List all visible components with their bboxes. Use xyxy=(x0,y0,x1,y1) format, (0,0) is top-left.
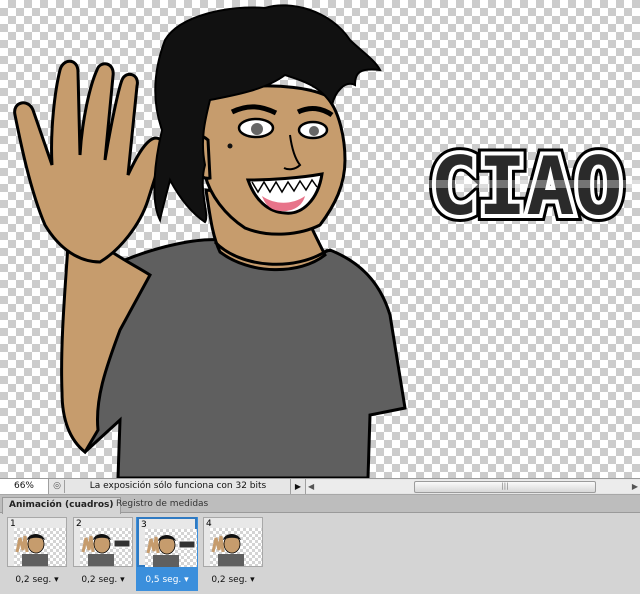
animation-panel: Animación (cuadros) Registro de medidas … xyxy=(0,495,640,594)
waving-hand xyxy=(13,59,167,264)
tab-measurement-log[interactable]: Registro de medidas xyxy=(110,497,214,513)
frame-thumbnail-box[interactable]: 2 xyxy=(73,517,133,567)
status-bar: 66% ◎ La exposición sólo funciona con 32… xyxy=(0,478,640,495)
frame-delay-dropdown[interactable]: 0,2 seg. ▾ xyxy=(6,575,68,585)
horizontal-scrollbar[interactable]: ◀ ||| ▶ xyxy=(306,480,640,493)
status-menu-arrow-icon[interactable]: ▶ xyxy=(290,479,306,494)
animation-frame[interactable]: 1 0,2 seg. ▾ xyxy=(6,517,68,591)
character-artwork: CIAO CIAO CIAO xyxy=(13,4,640,478)
frame-delay-dropdown[interactable]: 0,2 seg. ▾ xyxy=(202,575,264,585)
animation-frame[interactable]: 4 0,2 seg. ▾ xyxy=(202,517,264,591)
frame-delay-dropdown[interactable]: 0,2 seg. ▾ xyxy=(72,575,134,585)
frame-thumbnail xyxy=(14,528,66,566)
document-canvas[interactable]: CIAO CIAO CIAO xyxy=(0,0,640,478)
frame-thumbnail xyxy=(210,528,262,566)
frame-thumbnail-box[interactable]: 1 xyxy=(7,517,67,567)
status-info-text: La exposición sólo funciona con 32 bits xyxy=(89,481,267,491)
navigator-icon[interactable]: ◎ xyxy=(50,480,65,493)
zoom-level[interactable]: 66% xyxy=(0,479,49,494)
animation-frame[interactable]: 2 0,2 seg. ▾ xyxy=(72,517,134,591)
scroll-right-icon[interactable]: ▶ xyxy=(628,480,638,493)
animation-frame-selected[interactable]: 3 0,5 seg. ▾ xyxy=(136,517,198,591)
tab-animation-frames[interactable]: Animación (cuadros) xyxy=(2,497,121,514)
frame-thumbnail xyxy=(80,528,132,566)
panel-tabs: Animación (cuadros) Registro de medidas xyxy=(0,495,640,514)
scroll-thumb[interactable]: ||| xyxy=(414,481,596,493)
frame-thumbnail xyxy=(145,529,197,567)
frame-thumbnail-box[interactable]: 3 xyxy=(137,517,197,567)
scroll-left-icon[interactable]: ◀ xyxy=(308,480,318,493)
ciao-text: CIAO CIAO CIAO xyxy=(423,133,640,240)
frame-thumbnail-box[interactable]: 4 xyxy=(203,517,263,567)
frame-strip: 1 0,2 seg. ▾ 2 0,2 seg. ▾ 3 0,5 seg. ▾ 4… xyxy=(0,517,640,594)
frame-delay-dropdown[interactable]: 0,5 seg. ▾ xyxy=(136,575,198,585)
